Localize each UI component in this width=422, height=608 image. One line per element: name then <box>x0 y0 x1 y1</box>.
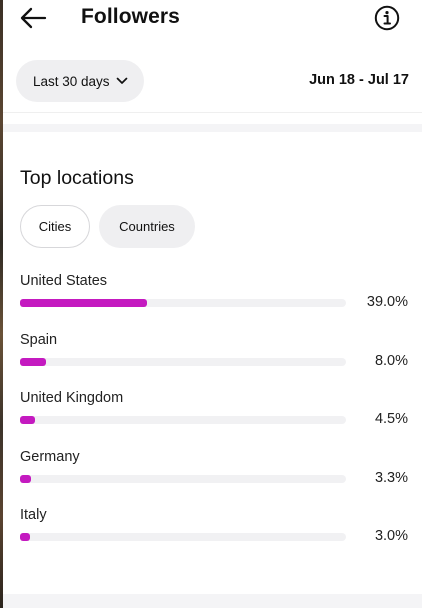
page-title: Followers <box>81 5 180 28</box>
header: Followers <box>3 0 422 40</box>
location-bar-track <box>20 299 346 307</box>
location-row-united-states: United States 39.0% <box>20 273 410 323</box>
date-range-dropdown[interactable]: Last 30 days <box>16 60 144 102</box>
arrow-left-icon <box>20 7 47 29</box>
date-range-text: Jun 18 - Jul 17 <box>309 72 409 88</box>
location-row-spain: Spain 8.0% <box>20 332 410 382</box>
divider <box>3 112 422 113</box>
location-name: Spain <box>20 332 58 348</box>
section-separator <box>3 124 422 132</box>
location-bar-track <box>20 358 346 366</box>
info-circle-icon <box>374 5 400 31</box>
section-separator <box>3 594 422 608</box>
location-percent: 8.0% <box>374 353 408 369</box>
location-bar-track <box>20 533 346 541</box>
location-name: United States <box>20 273 108 289</box>
tab-cities[interactable]: Cities <box>20 205 90 248</box>
date-range-dropdown-label: Last 30 days <box>33 73 110 89</box>
location-name: Germany <box>20 449 80 465</box>
location-bar-fill <box>20 416 35 424</box>
tab-countries[interactable]: Countries <box>99 205 195 248</box>
location-percent: 4.5% <box>374 411 408 427</box>
location-row-united-kingdom: United Kingdom 4.5% <box>20 390 410 440</box>
location-bar-fill <box>20 475 31 483</box>
location-percent: 3.0% <box>374 528 408 544</box>
location-name: United Kingdom <box>20 390 124 406</box>
location-name: Italy <box>20 507 47 523</box>
location-bar-track <box>20 475 346 483</box>
section-title: Top locations <box>20 167 134 189</box>
info-button[interactable] <box>373 4 401 32</box>
location-row-germany: Germany 3.3% <box>20 449 410 499</box>
location-bar-fill <box>20 358 47 366</box>
location-row-italy: Italy 3.0% <box>20 507 410 557</box>
followers-page: Followers Last 30 days Jun 18 - Jul 17 T… <box>3 0 422 608</box>
location-bar-fill <box>20 299 148 307</box>
location-percent: 3.3% <box>374 470 408 486</box>
back-button[interactable] <box>17 4 49 32</box>
location-percent: 39.0% <box>366 294 408 310</box>
chevron-down-icon <box>116 77 127 84</box>
location-bar-fill <box>20 533 30 541</box>
location-bar-track <box>20 416 346 424</box>
